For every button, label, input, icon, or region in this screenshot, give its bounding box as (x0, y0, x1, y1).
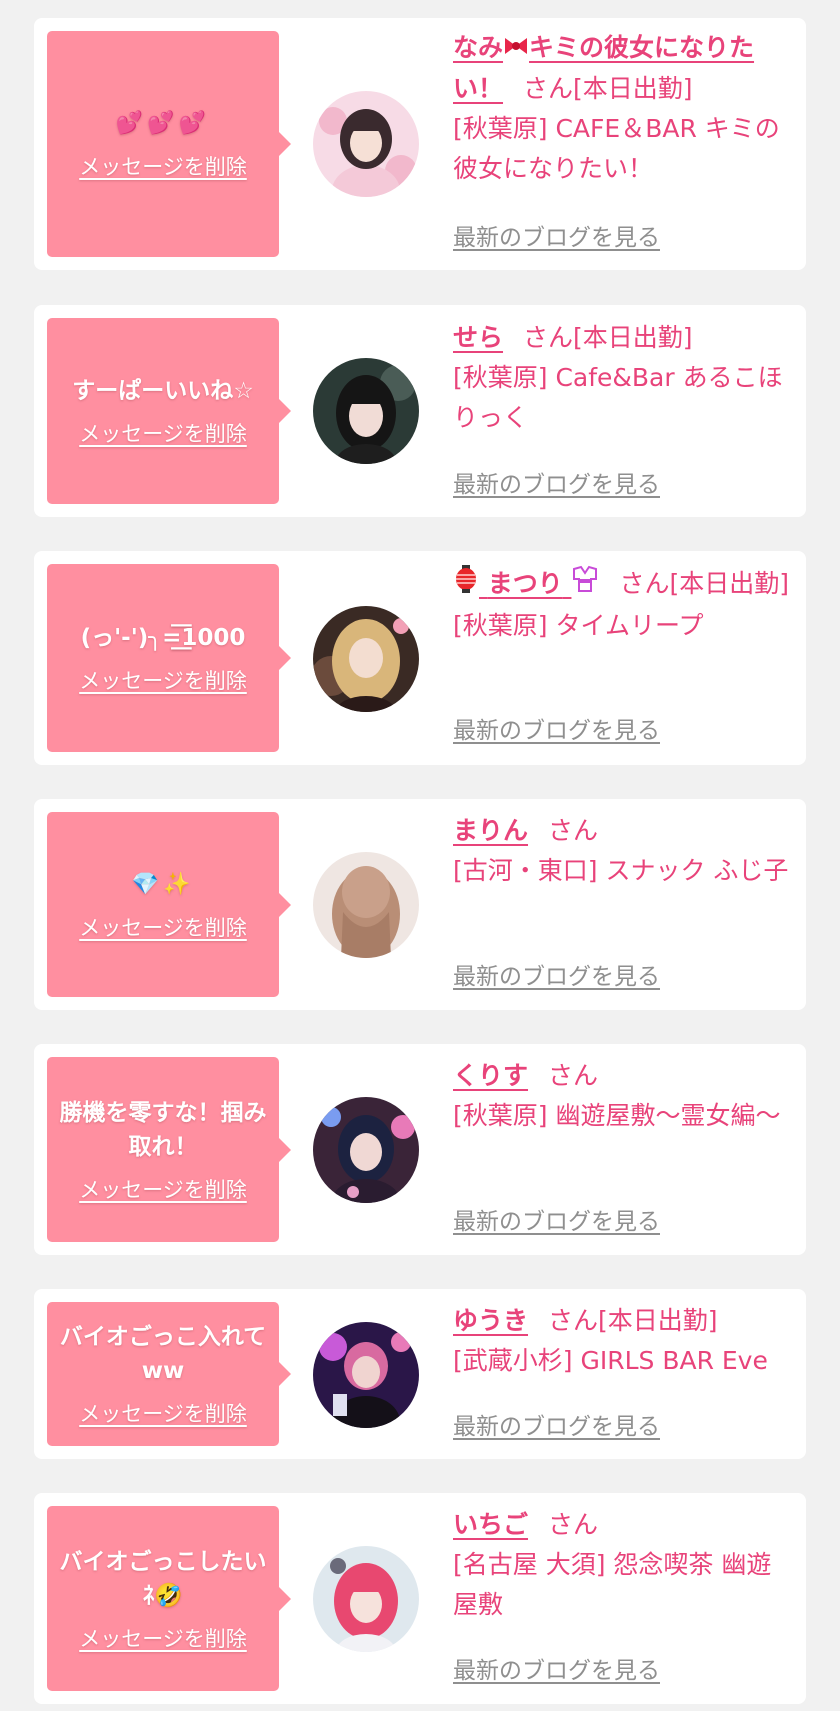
cast-info: いちご さん [名古屋 大須] 怨念喫茶 幽遊屋敷 (453, 1505, 794, 1625)
avatar[interactable] (313, 852, 419, 958)
shop-name: [秋葉原] CAFE＆BAR キミの彼女になりたい！ (453, 114, 780, 183)
message-text: 勝機を零すな！掴み取れ！ (59, 1099, 267, 1160)
avatar[interactable] (313, 1097, 419, 1203)
avatar[interactable] (313, 358, 419, 464)
cast-name-link[interactable]: ゆうき (453, 1306, 528, 1335)
delete-message-link[interactable]: メッセージを削除 (79, 912, 247, 942)
avatar[interactable] (313, 606, 419, 712)
delete-message-link[interactable]: メッセージを削除 (79, 418, 247, 448)
delete-message-link[interactable]: メッセージを削除 (79, 665, 247, 695)
cast-info: せら さん[本日出勤] [秋葉原] Cafe&Bar あるこほりっく (453, 318, 794, 438)
latest-blog-link[interactable]: 最新のブログを見る (453, 711, 660, 745)
message-bubble: バイオごっこ入れてww メッセージを削除 (47, 1302, 291, 1446)
lantern-icon (453, 564, 479, 606)
message-card: 💕💕💕 メッセージを削除 なみ キミの彼女になりたい！ さん[本日出勤] [秋葉原]… (34, 18, 806, 270)
latest-blog-link[interactable]: 最新のブログを見る (453, 957, 660, 991)
san-status: さん (548, 816, 599, 845)
cast-name-link[interactable]: くりす (453, 1061, 528, 1090)
san-status: さん (548, 1061, 599, 1090)
message-bubble: (っ'-')╮=͟͟͞͞1000 メッセージを削除 (47, 564, 291, 752)
message-card: バイオごっこ入れてww メッセージを削除 ゆうき さん[本日出勤] [武蔵小杉] … (34, 1289, 806, 1459)
message-card: すーぱーいいね☆ メッセージを削除 せら さん[本日出勤] [秋葉原] Cafe&… (34, 305, 806, 517)
message-card: 💎✨ メッセージを削除 まりん さん [古河・東口] スナック ふじ子 最新のブロ… (34, 799, 806, 1010)
message-bubble: 勝機を零すな！掴み取れ！ メッセージを削除 (47, 1057, 291, 1242)
cast-name-link[interactable]: いちご (453, 1510, 528, 1539)
latest-blog-link[interactable]: 最新のブログを見る (453, 1202, 660, 1236)
san-status: さん[本日出勤] (523, 323, 693, 352)
latest-blog-link[interactable]: 最新のブログを見る (453, 1651, 660, 1685)
message-card: (っ'-')╮=͟͟͞͞1000 メッセージを削除 まつり さん[本日出勤] [… (34, 551, 806, 765)
message-bubble: 💕💕💕 メッセージを削除 (47, 31, 291, 257)
shop-name: [名古屋 大須] 怨念喫茶 幽遊屋敷 (453, 1550, 772, 1619)
latest-blog-link[interactable]: 最新のブログを見る (453, 218, 660, 252)
shop-name: [秋葉原] Cafe&Bar あるこほりっく (453, 363, 783, 432)
san-status: さん (548, 1510, 599, 1539)
latest-blog-link[interactable]: 最新のブログを見る (453, 1407, 660, 1441)
message-text: 💕💕💕 (115, 111, 211, 136)
shop-name: [秋葉原] 幽遊屋敷～霊女編～ (453, 1101, 781, 1130)
message-text: バイオごっこ入れてww (59, 1324, 267, 1384)
delete-message-link[interactable]: メッセージを削除 (79, 1174, 247, 1204)
delete-message-link[interactable]: メッセージを削除 (79, 1623, 247, 1653)
avatar[interactable] (313, 91, 419, 197)
delete-message-link[interactable]: メッセージを削除 (79, 1398, 247, 1428)
message-bubble: バイオごっこしたいﾈ🤣 メッセージを削除 (47, 1506, 291, 1691)
cast-info: まつり さん[本日出勤] [秋葉原] タイムリープ (453, 564, 794, 646)
message-card: 勝機を零すな！掴み取れ！ メッセージを削除 くりす さん [秋葉原] 幽遊屋敷～霊… (34, 1044, 806, 1255)
message-text: バイオごっこしたいﾈ🤣 (59, 1548, 267, 1609)
cast-info: ゆうき さん[本日出勤] [武蔵小杉] GIRLS BAR Eve (453, 1301, 794, 1381)
shop-name: [武蔵小杉] GIRLS BAR Eve (453, 1346, 768, 1375)
shop-name: [秋葉原] タイムリープ (453, 611, 704, 640)
cast-info: くりす さん [秋葉原] 幽遊屋敷～霊女編～ (453, 1056, 794, 1136)
san-status: さん[本日出勤] (619, 569, 789, 598)
message-text: すーぱーいいね☆ (72, 378, 254, 404)
san-status: さん[本日出勤] (548, 1306, 718, 1335)
cast-info: まりん さん [古河・東口] スナック ふじ子 (453, 811, 794, 891)
latest-blog-link[interactable]: 最新のブログを見る (453, 465, 660, 499)
cast-name-link[interactable]: まつり (453, 565, 599, 598)
avatar[interactable] (313, 1322, 419, 1428)
ribbon-icon (503, 29, 529, 69)
message-text: 💎✨ (131, 871, 195, 897)
shop-name: [古河・東口] スナック ふじ子 (453, 856, 789, 885)
cast-name-link[interactable]: せら (453, 323, 503, 352)
message-text: (っ'-')╮=͟͟͞͞1000 (80, 625, 246, 651)
message-card: バイオごっこしたいﾈ🤣 メッセージを削除 いちご さん [名古屋 大須] 怨念喫茶… (34, 1493, 806, 1704)
avatar[interactable] (313, 1546, 419, 1652)
san-status: さん[本日出勤] (523, 74, 693, 103)
message-bubble: 💎✨ メッセージを削除 (47, 812, 291, 997)
kimono-icon (571, 565, 599, 605)
delete-message-link[interactable]: メッセージを削除 (79, 151, 247, 181)
cast-name-link[interactable]: まりん (453, 816, 528, 845)
message-bubble: すーぱーいいね☆ メッセージを削除 (47, 318, 291, 504)
cast-info: なみ キミの彼女になりたい！ さん[本日出勤] [秋葉原] CAFE＆BAR キミの… (453, 28, 794, 189)
